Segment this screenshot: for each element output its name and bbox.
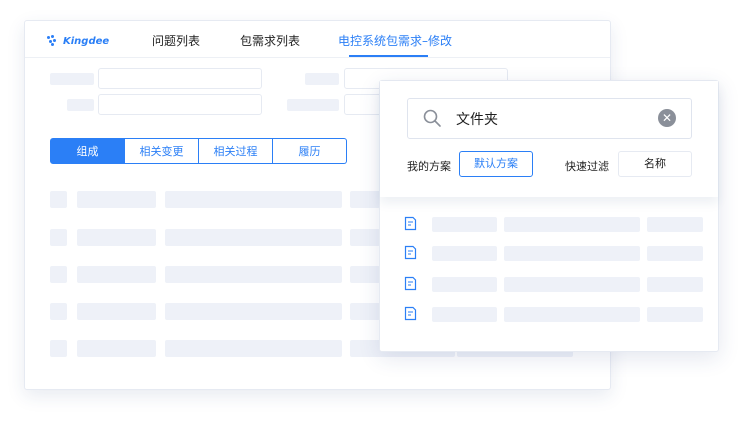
logo-text: Kingdee	[63, 35, 110, 47]
table-cell-placeholder	[50, 340, 67, 357]
result-cell-placeholder	[647, 217, 703, 232]
result-cell-placeholder	[432, 277, 497, 292]
table-cell-placeholder	[165, 303, 342, 320]
table-cell-placeholder	[165, 191, 342, 208]
document-icon	[404, 245, 417, 260]
table-cell-placeholder	[77, 303, 156, 320]
table-cell-placeholder	[77, 340, 156, 357]
table-cell-placeholder	[165, 229, 342, 246]
form-label-placeholder	[50, 73, 94, 85]
form-label-placeholder	[67, 99, 94, 111]
search-input[interactable]: 文件夹	[456, 109, 498, 129]
detail-tabs: 组成 相关变更 相关过程 履历	[50, 138, 347, 164]
table-cell-placeholder	[50, 229, 67, 246]
table-cell-placeholder	[165, 266, 342, 283]
table-cell-placeholder	[77, 229, 156, 246]
tab-problem-list[interactable]: 问题列表	[152, 32, 200, 49]
form-label-placeholder	[287, 99, 339, 111]
my-scheme-label: 我的方案	[407, 160, 451, 173]
table-cell-placeholder	[165, 340, 342, 357]
result-cell-placeholder	[647, 246, 703, 261]
table-cell-placeholder	[350, 266, 380, 283]
result-cell-placeholder	[504, 307, 640, 322]
filter-header: 文件夹 ✕ 我的方案 默认方案 快速过滤 名称	[380, 81, 718, 197]
filter-panel: 文件夹 ✕ 我的方案 默认方案 快速过滤 名称	[379, 80, 719, 352]
tab-ecu-package-edit[interactable]: 电控系统包需求–修改	[338, 32, 452, 49]
table-cell-placeholder	[50, 191, 67, 208]
document-icon	[404, 276, 417, 291]
document-icon	[404, 216, 417, 231]
form-input-placeholder[interactable]	[98, 68, 262, 89]
quick-filter-label: 快速过滤	[565, 160, 609, 173]
table-cell-placeholder	[350, 303, 380, 320]
top-nav: Kingdee 问题列表 包需求列表 电控系统包需求–修改	[25, 21, 610, 58]
document-icon	[404, 306, 417, 321]
result-cell-placeholder	[647, 307, 703, 322]
result-cell-placeholder	[432, 246, 497, 261]
tab-package-requirement-list[interactable]: 包需求列表	[240, 32, 300, 49]
table-cell-placeholder	[350, 229, 380, 246]
table-cell-placeholder	[77, 266, 156, 283]
name-filter-button[interactable]: 名称	[618, 151, 692, 177]
form-input-placeholder[interactable]	[98, 94, 262, 115]
table-cell-placeholder	[350, 191, 380, 208]
result-cell-placeholder	[504, 217, 640, 232]
clear-icon[interactable]: ✕	[658, 109, 676, 127]
tab-related-process[interactable]: 相关过程	[199, 138, 273, 164]
result-cell-placeholder	[432, 217, 497, 232]
result-cell-placeholder	[647, 277, 703, 292]
search-icon	[423, 109, 441, 127]
kingdee-logo: Kingdee	[47, 32, 109, 50]
table-cell-placeholder	[77, 191, 156, 208]
result-cell-placeholder	[432, 307, 497, 322]
logo-icon	[47, 35, 59, 47]
tab-composition[interactable]: 组成	[50, 138, 125, 164]
table-cell-placeholder	[50, 303, 67, 320]
nav-divider	[25, 57, 610, 58]
form-label-placeholder	[305, 73, 339, 85]
tab-history[interactable]: 履历	[273, 138, 347, 164]
result-cell-placeholder	[504, 246, 640, 261]
default-scheme-button[interactable]: 默认方案	[459, 151, 533, 177]
search-box[interactable]: 文件夹 ✕	[407, 98, 692, 139]
result-cell-placeholder	[504, 277, 640, 292]
tab-related-changes[interactable]: 相关变更	[125, 138, 199, 164]
table-cell-placeholder	[50, 266, 67, 283]
